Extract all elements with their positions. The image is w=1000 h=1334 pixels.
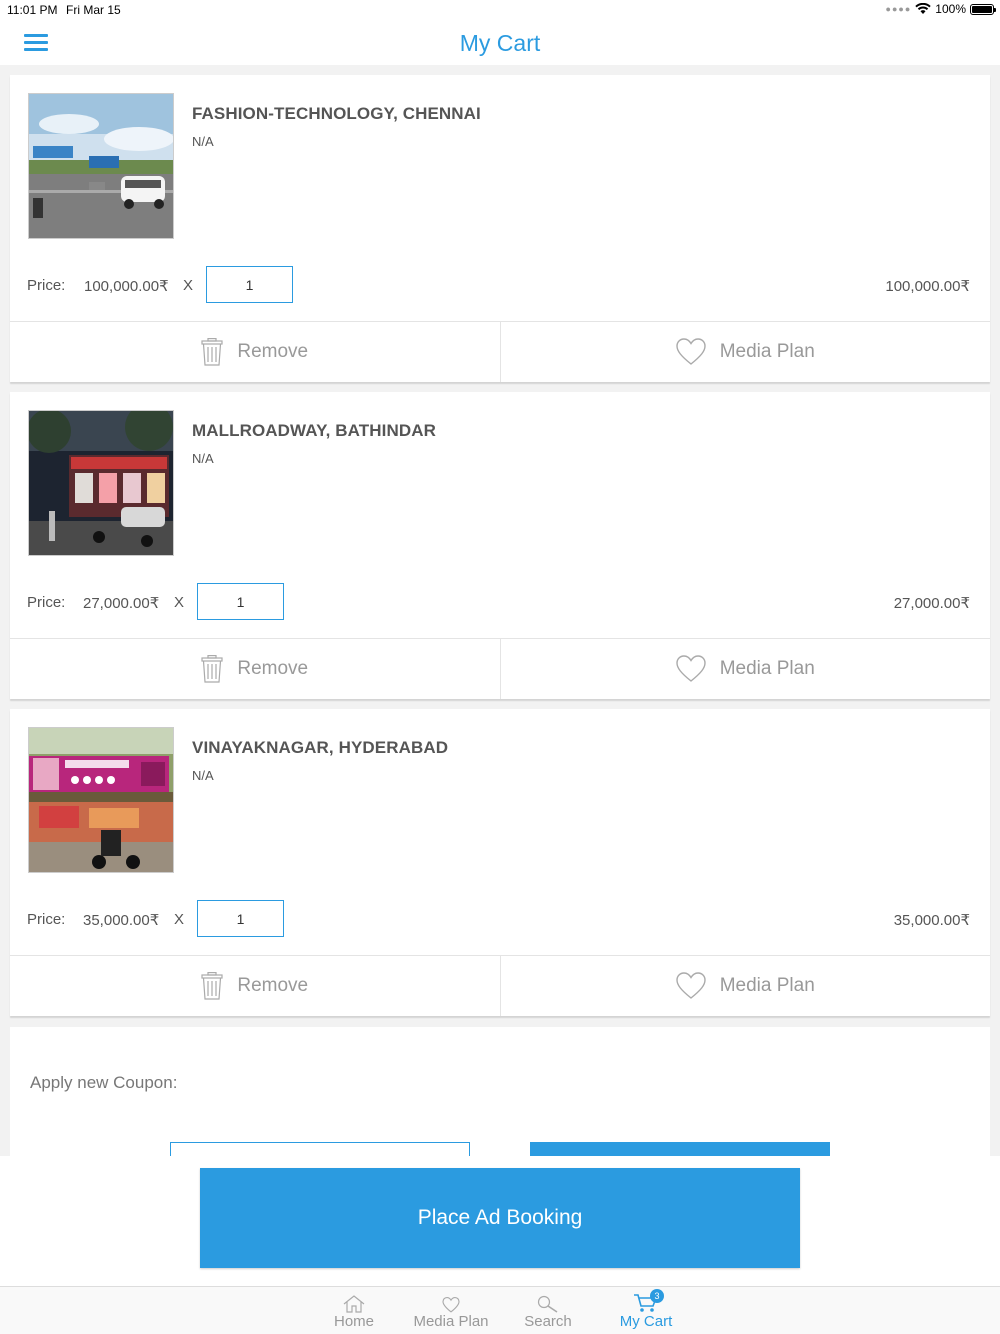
cart-item: FASHION-TECHNOLOGY, CHENNAI N/A Price: 1… [10, 75, 990, 382]
heart-icon [676, 972, 706, 999]
item-title: FASHION-TECHNOLOGY, CHENNAI [192, 104, 481, 123]
coupon-input[interactable] [170, 1142, 470, 1157]
price-label: Price: [27, 594, 66, 611]
status-date: Fri Mar 15 [66, 3, 121, 17]
media-plan-label: Media Plan [719, 975, 815, 996]
item-subtitle: N/A [192, 134, 214, 149]
price-label: Price: [27, 277, 66, 294]
quantity-input[interactable] [197, 900, 284, 937]
item-total: 35,000.00₹ [893, 912, 970, 929]
signal-icon: ●●●● [885, 4, 912, 14]
trash-icon [201, 655, 223, 683]
remove-label: Remove [237, 975, 309, 996]
nav-bar: My Cart [0, 22, 1000, 65]
item-total: 100,000.00₹ [885, 278, 970, 295]
cart-count-badge: 3 [650, 1289, 664, 1303]
media-plan-label: Media Plan [719, 341, 815, 362]
media-plan-label: Media Plan [719, 658, 815, 679]
cart-item: MALLROADWAY, BATHINDAR N/A Price: 27,000… [10, 392, 990, 699]
remove-button[interactable]: Remove [10, 639, 500, 699]
coupon-label: Apply new Coupon: [30, 1073, 178, 1092]
tab-home[interactable]: Home [304, 1291, 404, 1330]
multiply-sign: X [174, 911, 185, 928]
item-total: 27,000.00₹ [893, 595, 970, 612]
apply-coupon-button[interactable] [530, 1142, 830, 1157]
status-time: 11:01 PM [7, 3, 58, 17]
quantity-input[interactable] [197, 583, 284, 620]
item-title: MALLROADWAY, BATHINDAR [192, 421, 436, 440]
quantity-input[interactable] [206, 266, 293, 303]
tab-bar: Home Media Plan Search 3 My Cart [0, 1286, 1000, 1334]
battery-icon [970, 3, 996, 15]
item-actions: Remove Media Plan [10, 955, 990, 1016]
billboard-thumbnail[interactable] [28, 727, 174, 873]
media-plan-button[interactable]: Media Plan [499, 322, 991, 382]
billboard-thumbnail[interactable] [28, 410, 174, 556]
status-right: ●●●● 100% [885, 2, 996, 16]
item-actions: Remove Media Plan [10, 321, 990, 382]
heart-icon [676, 338, 706, 365]
status-bar: 11:01 PM Fri Mar 15 ●●●● 100% [0, 0, 1000, 22]
price-label: Price: [27, 911, 66, 928]
coupon-section: Apply new Coupon: [10, 1027, 990, 1157]
cart-item: VINAYAKNAGAR, HYDERABAD N/A Price: 35,00… [10, 709, 990, 1016]
unit-price: 27,000.00₹ [83, 595, 160, 612]
wifi-icon [915, 3, 931, 14]
item-title: VINAYAKNAGAR, HYDERABAD [192, 738, 449, 757]
item-subtitle: N/A [192, 451, 214, 466]
home-icon [343, 1295, 365, 1313]
trash-icon [201, 972, 223, 1000]
trash-icon [201, 338, 223, 366]
heart-icon [676, 655, 706, 682]
remove-label: Remove [237, 658, 309, 679]
unit-price: 35,000.00₹ [83, 912, 160, 929]
cart-list: FASHION-TECHNOLOGY, CHENNAI N/A Price: 1… [10, 75, 990, 1026]
tab-home-label: Home [333, 1313, 374, 1330]
multiply-sign: X [183, 277, 194, 294]
tab-search-label: Search [524, 1313, 572, 1330]
billboard-thumbnail[interactable] [28, 93, 174, 239]
remove-label: Remove [237, 341, 309, 362]
tab-my-cart[interactable]: 3 My Cart [596, 1289, 696, 1330]
remove-button[interactable]: Remove [10, 322, 500, 382]
place-ad-booking-button[interactable]: Place Ad Booking [200, 1168, 800, 1268]
tab-search[interactable]: Search [498, 1291, 598, 1330]
item-actions: Remove Media Plan [10, 638, 990, 699]
battery-percent: 100% [935, 2, 966, 16]
media-plan-button[interactable]: Media Plan [499, 639, 991, 699]
page-title: My Cart [459, 30, 541, 56]
item-subtitle: N/A [192, 768, 214, 783]
remove-button[interactable]: Remove [10, 956, 500, 1016]
tab-media-plan-label: Media Plan [413, 1313, 489, 1330]
multiply-sign: X [174, 594, 185, 611]
tab-my-cart-label: My Cart [619, 1313, 673, 1330]
heart-icon [442, 1297, 460, 1313]
media-plan-button[interactable]: Media Plan [499, 956, 991, 1016]
unit-price: 100,000.00₹ [84, 278, 169, 295]
search-icon [537, 1295, 558, 1313]
tab-media-plan[interactable]: Media Plan [401, 1291, 501, 1330]
